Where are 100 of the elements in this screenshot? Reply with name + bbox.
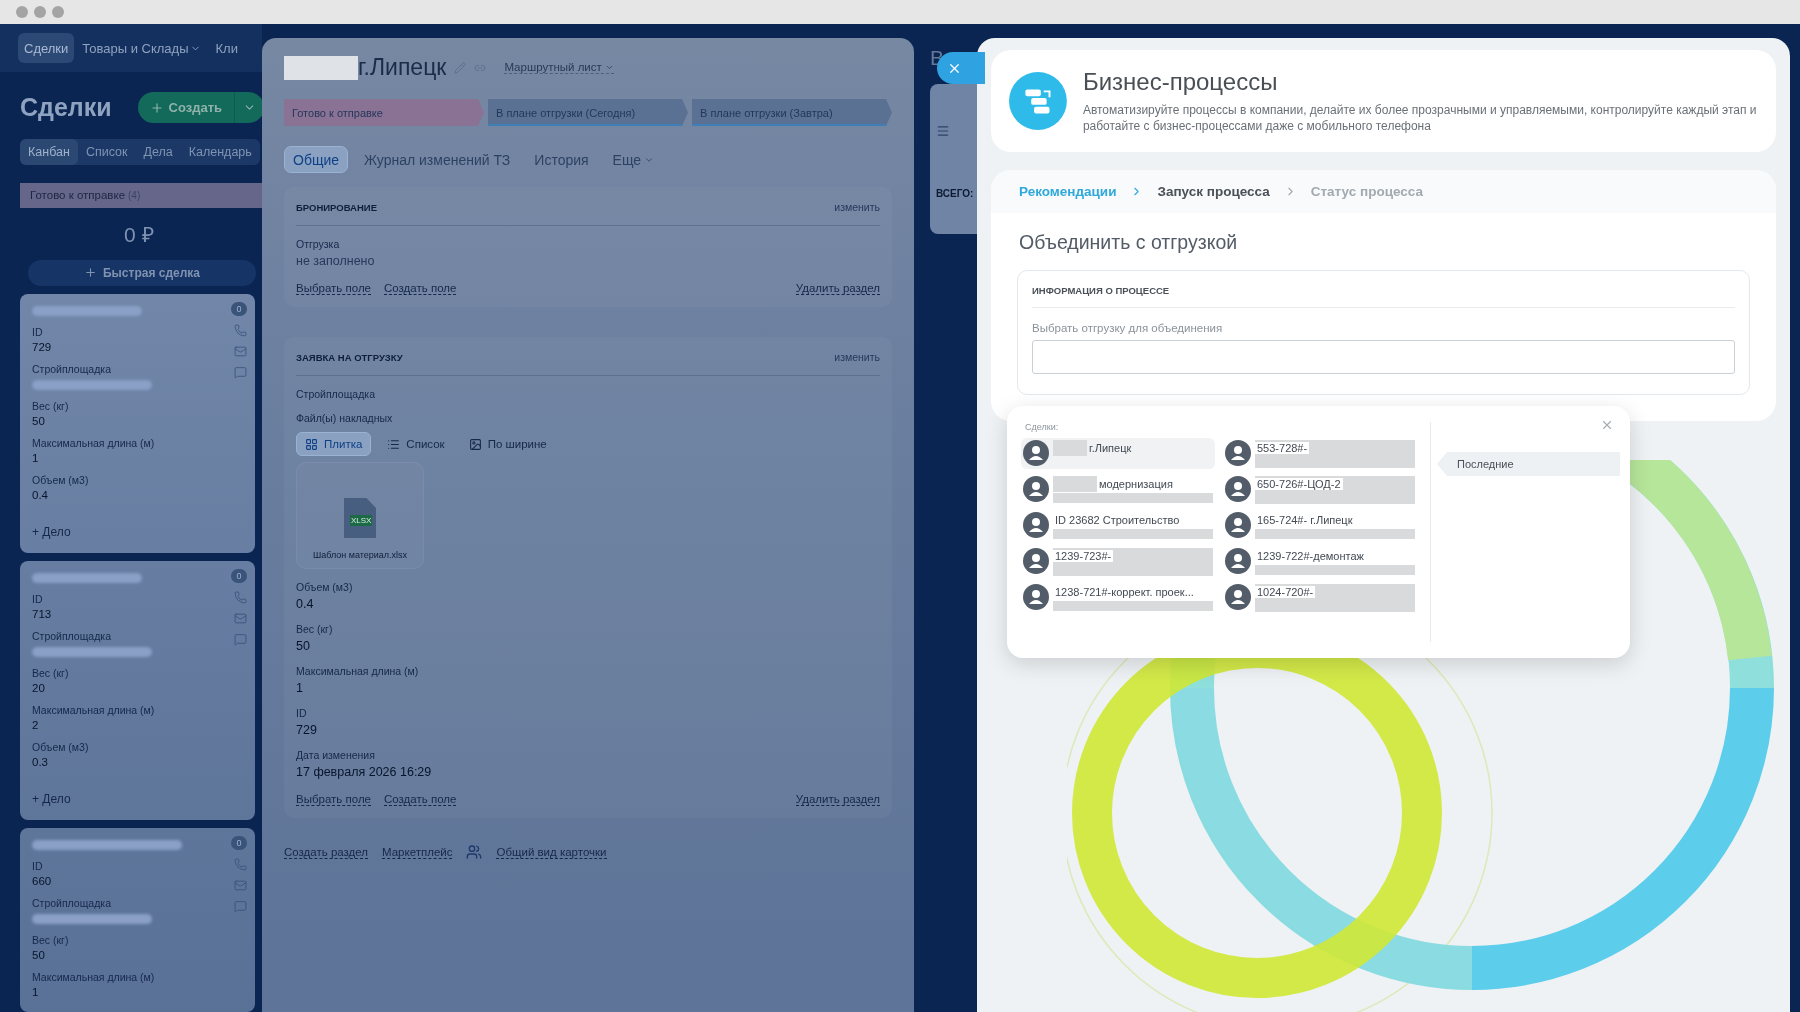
window-control-icon[interactable] [34,6,46,18]
stage-step[interactable]: В плане отгрузки (Завтра) [692,99,892,126]
field-label: Дата изменения [296,749,375,761]
edit-link[interactable]: изменить [834,201,880,213]
nav-tab[interactable]: Сделки [18,33,75,64]
delete-section-link[interactable]: Удалить раздел [795,282,880,295]
breadcrumb[interactable]: Рекомендации [1019,184,1117,199]
file-type-label: XLSX [350,515,373,526]
field-label: Объем (м3) [32,474,89,486]
deal-card[interactable]: 0 ID 729 Стройплощадка Вес (кг) 50 Максимальная длина (м) 1 Объем (м3) 0.4 + Дело [20,294,255,553]
phone-icon[interactable] [234,858,247,871]
create-button[interactable]: Создать [137,92,235,124]
avatar-icon [1023,476,1049,502]
footer-link[interactable]: Маркетплейс [382,845,453,859]
deal-option[interactable]: 1238-721#-коррект. проек... [1053,586,1196,598]
field-label: Объем (м3) [32,741,89,753]
deal-title: г.Липецк [358,54,447,81]
nav-tab[interactable]: Товары и Склады [76,33,208,64]
field-label: Стройплощадка [32,363,111,375]
breadcrumb[interactable]: Статус процесса [1310,184,1423,199]
field-value: 0.4 [32,489,48,501]
field-label: Максимальная длина (м) [32,971,155,983]
avatar-icon [1023,584,1049,610]
document-menu[interactable]: Маршрутный лист [504,61,614,74]
section-title: ЗАЯВКА НА ОТГРУЗКУ [296,351,403,363]
deal-option[interactable]: 553-728#- [1255,442,1310,454]
dropdown-button[interactable] [234,92,262,124]
deal-option[interactable]: 1024-720#- [1255,586,1316,598]
deal-tab[interactable]: Журнал изменений ТЗ [356,146,519,173]
section-link[interactable]: Создать поле [384,793,457,806]
field-value: 660 [32,875,52,887]
form-heading: Объединить с отгрузкой [1019,231,1238,254]
popup-tab[interactable]: Последние [1437,452,1620,476]
plus-icon [149,100,164,115]
field-value: 1 [32,452,39,464]
file-tile[interactable]: XLSX Шаблон материал.xlsx [296,462,424,569]
add-task-link[interactable]: + Дело [32,792,71,806]
field-label: Стройплощадка [32,897,111,909]
column-total: 0 ₽ [124,221,154,248]
deal-option[interactable]: ID 23682 Строительство [1053,514,1182,526]
image-icon [468,437,482,451]
deal-tab[interactable]: Еще [604,146,663,173]
view-tab[interactable]: Дела [135,139,181,165]
field-value: 1 [296,681,303,695]
mail-icon[interactable] [234,345,247,358]
avatar-icon [1023,548,1049,574]
window-control-icon[interactable] [16,6,28,18]
view-tab[interactable]: Список [77,139,136,165]
edit-link[interactable]: изменить [834,351,880,363]
input-field[interactable] [1032,340,1735,374]
field-value: 0.3 [32,756,48,768]
pencil-icon[interactable] [454,61,467,74]
add-task-link[interactable]: + Дело [32,525,71,539]
deal-option[interactable]: 650-726#-ЦОД-2 [1255,478,1343,490]
deal-card[interactable]: 0 ID 660 Стройплощадка Вес (кг) 50 Максимальная длина (м) 1 [20,828,255,1012]
chat-icon[interactable] [234,633,247,646]
phone-icon[interactable] [234,591,247,604]
chat-icon[interactable] [234,366,247,379]
phone-icon[interactable] [234,324,247,337]
section-link[interactable]: Выбрать поле [296,282,371,295]
view-toggle[interactable]: По ширине [460,432,555,456]
stage-step[interactable]: Готово к отправке [284,99,484,126]
deal-option[interactable]: 165-724#- г.Липецк [1255,514,1355,526]
list-icon [387,437,401,451]
field-label: ID [296,707,307,719]
footer-link[interactable]: Общий вид карточки [496,845,607,859]
section-link[interactable]: Создать поле [384,282,457,295]
stage-step[interactable]: В плане отгрузки (Сегодня) [488,99,688,126]
field-value: 50 [32,415,45,427]
field-value: 729 [32,341,52,353]
close-icon[interactable] [1600,418,1614,432]
deal-option[interactable]: 1239-722#-демонтаж [1255,550,1366,562]
footer-link[interactable]: Создать раздел [284,845,368,859]
mail-icon[interactable] [234,879,247,892]
deal-card[interactable]: 0 ID 713 Стройплощадка Вес (кг) 20 Максимальная длина (м) 2 Объем (м3) 0.3 + Дело [20,561,255,820]
field-value: 713 [32,608,52,620]
deal-option[interactable]: г.Липецк [1087,442,1134,454]
delete-section-link[interactable]: Удалить раздел [795,793,880,806]
view-tab[interactable]: Календарь [180,139,260,165]
deal-tab[interactable]: Общие [284,146,349,173]
window-control-icon[interactable] [52,6,64,18]
column-title: Готово к отправке [30,189,126,202]
process-icon [1009,71,1067,131]
view-tab[interactable]: Канбан [20,139,78,165]
view-toggle[interactable]: Список [379,432,453,456]
field-label: Вес (кг) [32,934,69,946]
breadcrumb[interactable]: Запуск процесса [1157,184,1270,199]
nav-tab[interactable]: Кли [209,33,244,64]
redaction-box [1053,440,1087,456]
menu-icon[interactable] [936,124,950,138]
deal-option[interactable]: 1239-723#- [1053,550,1114,562]
view-toggle[interactable]: Плитка [296,432,372,456]
quick-deal-button[interactable]: Быстрая сделка [28,259,256,286]
avatar-icon [1225,440,1251,466]
deal-tab[interactable]: История [526,146,597,173]
mail-icon[interactable] [234,612,247,625]
section-link[interactable]: Выбрать поле [296,793,371,806]
chat-icon[interactable] [234,900,247,913]
file-icon [344,498,376,538]
file-name: Шаблон материал.xlsx [312,550,408,560]
